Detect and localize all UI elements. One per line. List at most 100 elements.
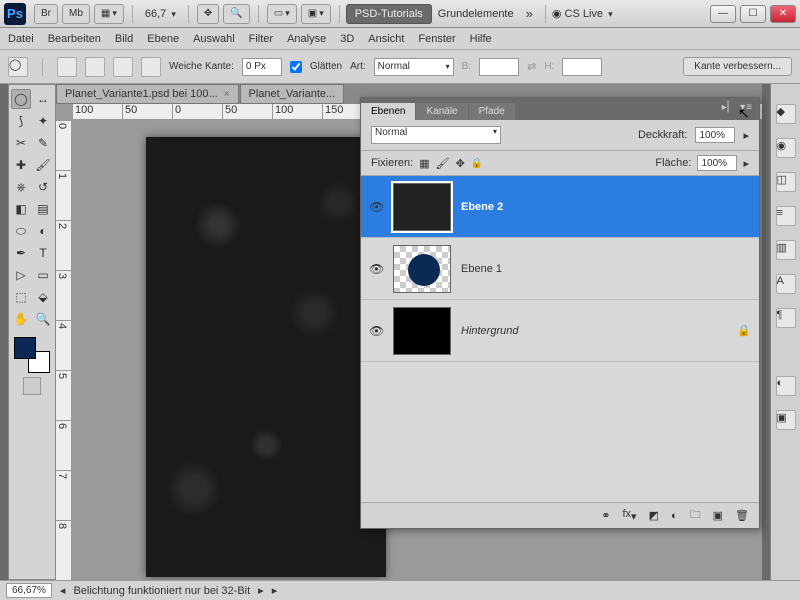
- status-prev-icon[interactable]: ◂: [60, 584, 66, 597]
- wand-tool[interactable]: ✦: [33, 111, 53, 131]
- layer-name[interactable]: Ebene 1: [461, 263, 502, 275]
- arrange-button[interactable]: ▭ ▾: [267, 4, 297, 24]
- adjustment-layer-icon[interactable]: ◐: [671, 510, 678, 522]
- status-menu-icon[interactable]: ▸: [272, 584, 278, 597]
- gradient-tool[interactable]: ▤: [33, 199, 53, 219]
- brush-tool[interactable]: 🖌: [33, 155, 53, 175]
- history-brush-tool[interactable]: ↺: [33, 177, 53, 197]
- hand-tool[interactable]: ✋: [11, 309, 31, 329]
- fill-input[interactable]: [697, 155, 737, 171]
- crop-tool[interactable]: ✂: [11, 133, 31, 153]
- close-button[interactable]: ✕: [770, 5, 796, 23]
- layer-mask-icon[interactable]: ◩: [649, 509, 659, 522]
- pen-tool[interactable]: ✒: [11, 243, 31, 263]
- visibility-icon[interactable]: 👁: [369, 200, 383, 214]
- workspace-grund[interactable]: Grundelemente: [432, 5, 520, 23]
- path-tool[interactable]: ▷: [11, 265, 31, 285]
- menu-analyse[interactable]: Analyse: [287, 33, 326, 45]
- canvas[interactable]: [146, 137, 386, 577]
- history-panel-icon[interactable]: ◐: [776, 376, 796, 396]
- 3d-tool[interactable]: ⬚: [11, 287, 31, 307]
- layer-group-icon[interactable]: 🗀: [690, 506, 701, 525]
- menu-bearbeiten[interactable]: Bearbeiten: [48, 33, 101, 45]
- lock-all-icon[interactable]: 🔒: [471, 158, 483, 169]
- menu-ebene[interactable]: Ebene: [147, 33, 179, 45]
- eraser-tool[interactable]: ◧: [11, 199, 31, 219]
- zoom-tool-button[interactable]: 🔍: [223, 4, 249, 24]
- tab-ebenen[interactable]: Ebenen: [361, 103, 415, 120]
- layer-row[interactable]: 👁 Ebene 2: [361, 176, 759, 238]
- move-tool[interactable]: ↔: [33, 89, 53, 109]
- lock-transparency-icon[interactable]: ▦: [419, 157, 429, 170]
- workspace-psdtut[interactable]: PSD-Tutorials: [346, 4, 432, 24]
- zoom-tool[interactable]: 🔍: [33, 309, 53, 329]
- cslive-button[interactable]: ◉ CS Live ▾: [552, 7, 613, 20]
- feather-input[interactable]: [242, 58, 282, 76]
- new-selection-icon[interactable]: [57, 57, 77, 77]
- visibility-icon[interactable]: 👁: [369, 262, 383, 276]
- hand-tool-button[interactable]: ✥: [197, 4, 219, 24]
- new-layer-icon[interactable]: ▣: [713, 509, 723, 522]
- layer-thumbnail[interactable]: [393, 183, 451, 231]
- document-tab[interactable]: Planet_Variante1.psd bei 100...×: [56, 84, 239, 104]
- tab-pfade[interactable]: Pfade: [469, 103, 515, 120]
- masks-panel-icon[interactable]: ▥: [776, 240, 796, 260]
- color-panel-icon[interactable]: ◆: [776, 104, 796, 124]
- bridge-button[interactable]: Br: [34, 4, 58, 24]
- layers-panel[interactable]: Ebenen Kanäle Pfade ▸▏ ▾≡ Normal Deckkra…: [360, 97, 760, 529]
- layer-thumbnail[interactable]: [393, 245, 451, 293]
- fill-flyout-icon[interactable]: ▸: [743, 157, 749, 170]
- opacity-input[interactable]: [695, 127, 735, 143]
- antialias-checkbox[interactable]: [290, 61, 302, 73]
- paragraph-panel-icon[interactable]: ¶: [776, 308, 796, 328]
- screen-mode-button[interactable]: ▣ ▾: [301, 4, 331, 24]
- ruler-vertical[interactable]: 012345678: [56, 120, 72, 580]
- menu-fenster[interactable]: Fenster: [418, 33, 455, 45]
- menu-hilfe[interactable]: Hilfe: [470, 33, 492, 45]
- layer-row[interactable]: 👁 Ebene 1: [361, 238, 759, 300]
- shape-tool[interactable]: ▭: [33, 265, 53, 285]
- menu-datei[interactable]: Datei: [8, 33, 34, 45]
- tab-kanaele[interactable]: Kanäle: [416, 103, 467, 120]
- link-layers-icon[interactable]: ⚭: [601, 509, 610, 522]
- layers-panel-icon[interactable]: ▣: [776, 410, 796, 430]
- opacity-flyout-icon[interactable]: ▸: [743, 129, 749, 142]
- menu-ansicht[interactable]: Ansicht: [368, 33, 404, 45]
- layer-name[interactable]: Hintergrund: [461, 325, 518, 337]
- maximize-button[interactable]: ☐: [740, 5, 766, 23]
- styles-panel-icon[interactable]: ◫: [776, 172, 796, 192]
- marquee-tool[interactable]: ◯: [11, 89, 31, 109]
- menu-3d[interactable]: 3D: [340, 33, 354, 45]
- blend-mode-dropdown[interactable]: Normal: [371, 126, 501, 144]
- menu-filter[interactable]: Filter: [249, 33, 273, 45]
- type-tool[interactable]: T: [33, 243, 53, 263]
- stamp-tool[interactable]: ⎈: [11, 177, 31, 197]
- status-next-icon[interactable]: ▸: [258, 584, 264, 597]
- lock-position-icon[interactable]: ✥: [456, 157, 465, 170]
- minibridge-button[interactable]: Mb: [62, 4, 90, 24]
- lasso-tool[interactable]: ⟆: [11, 111, 31, 131]
- 3d-camera-tool[interactable]: ⬙: [33, 287, 53, 307]
- menu-bild[interactable]: Bild: [115, 33, 133, 45]
- view-extras-button[interactable]: ▦ ▾: [94, 4, 124, 24]
- layer-thumbnail[interactable]: [393, 307, 451, 355]
- eyedropper-tool[interactable]: ✎: [33, 133, 53, 153]
- refine-edge-button[interactable]: Kante verbessern...: [683, 57, 792, 76]
- workspace-more-icon[interactable]: »: [526, 6, 533, 21]
- close-tab-icon[interactable]: ×: [224, 89, 230, 100]
- blur-tool[interactable]: ⬭: [11, 221, 31, 241]
- dodge-tool[interactable]: ◐: [33, 221, 53, 241]
- zoom-value[interactable]: 66,7 ▾: [145, 8, 176, 20]
- color-swatches[interactable]: [14, 337, 50, 373]
- layer-name[interactable]: Ebene 2: [461, 201, 503, 213]
- character-panel-icon[interactable]: A: [776, 274, 796, 294]
- swatches-panel-icon[interactable]: ◉: [776, 138, 796, 158]
- document-tab[interactable]: Planet_Variante...: [240, 84, 345, 104]
- style-dropdown[interactable]: Normal: [374, 58, 454, 76]
- adjustments-panel-icon[interactable]: ≡: [776, 206, 796, 226]
- minimize-button[interactable]: —: [710, 5, 736, 23]
- heal-tool[interactable]: ✚: [11, 155, 31, 175]
- tool-preset-icon[interactable]: ◯: [8, 57, 28, 77]
- status-zoom[interactable]: 66,67%: [6, 583, 52, 598]
- lock-pixels-icon[interactable]: 🖌: [436, 157, 450, 170]
